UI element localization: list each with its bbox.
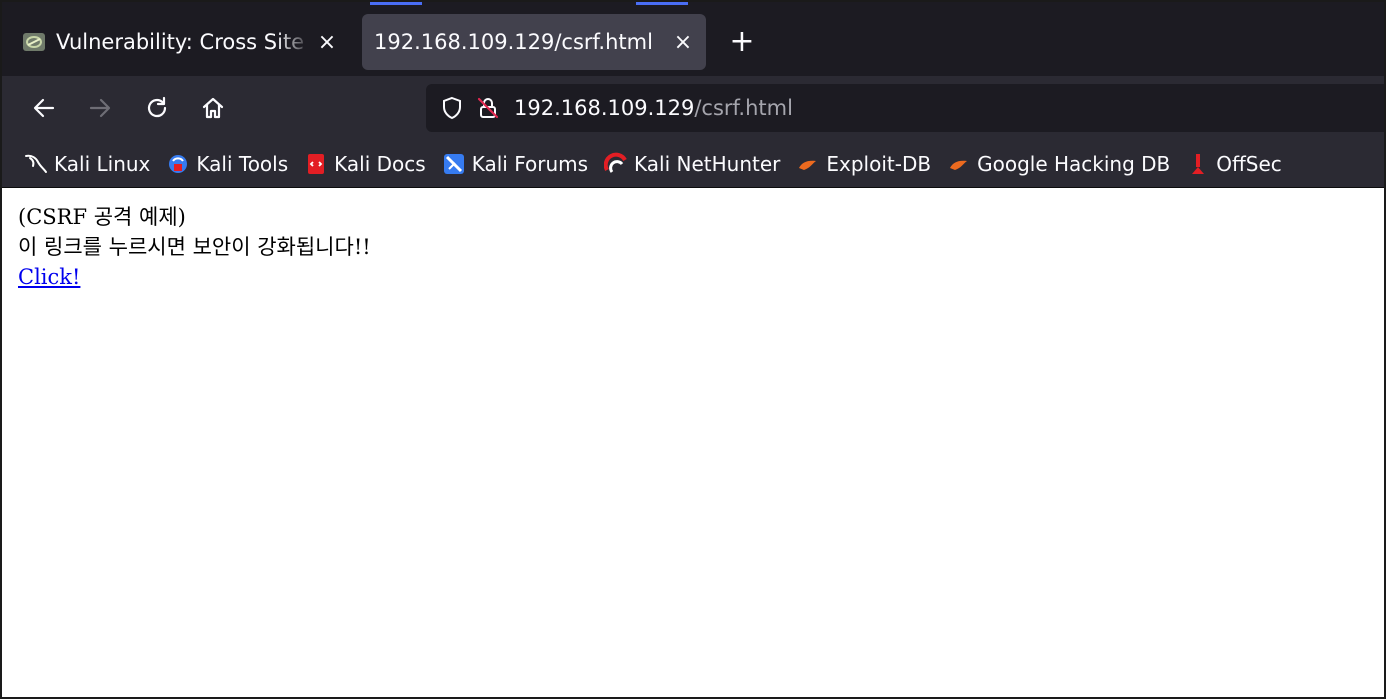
reload-icon xyxy=(147,96,167,118)
arrow-right-icon xyxy=(89,98,111,118)
dvwa-icon xyxy=(23,33,45,51)
url-host: 192.168.109.129 xyxy=(514,96,695,120)
url-text[interactable]: 192.168.109.129/csrf.html xyxy=(514,96,793,120)
bookmark-label: Exploit-DB xyxy=(826,151,932,176)
bookmark-kali-linux[interactable]: Kali Linux xyxy=(24,152,150,176)
tab-dvwa-csrf[interactable]: Vulnerability: Cross Site Request Forger… xyxy=(10,14,350,70)
tab-strip: Vulnerability: Cross Site Request Forger… xyxy=(2,2,1384,76)
bookmark-offsec[interactable]: OffSec xyxy=(1186,152,1282,176)
forward-button[interactable] xyxy=(82,90,118,126)
home-icon xyxy=(202,97,224,119)
ghdb-icon xyxy=(947,152,971,176)
kali-forums-icon xyxy=(442,152,466,176)
tab-title: 192.168.109.129/csrf.html xyxy=(374,30,653,54)
back-button[interactable] xyxy=(26,90,62,126)
bookmark-label: OffSec xyxy=(1216,151,1282,176)
page-heading: (CSRF 공격 예제) xyxy=(18,205,186,229)
browser-window: Vulnerability: Cross Site Request Forger… xyxy=(0,0,1386,699)
tab-close-icon[interactable]: × xyxy=(668,30,698,55)
page-message: 이 링크를 누르시면 보안이 강화됩니다!! xyxy=(18,235,371,259)
url-path: /csrf.html xyxy=(694,96,793,120)
bookmark-google-hacking-db[interactable]: Google Hacking DB xyxy=(947,152,1170,176)
bookmark-label: Kali Linux xyxy=(54,151,151,176)
bookmark-label: Kali Forums xyxy=(471,151,589,176)
kali-dragon-icon xyxy=(24,152,48,176)
insecure-lock-icon[interactable] xyxy=(474,94,502,122)
bookmark-label: Kali Tools xyxy=(196,151,289,176)
shield-icon[interactable] xyxy=(438,94,466,122)
bookmark-label: Google Hacking DB xyxy=(977,151,1171,176)
tab-highlight-bar xyxy=(370,2,422,5)
bookmarks-toolbar: Kali Linux Kali Tools Kali Docs Kali For… xyxy=(2,140,1384,188)
kali-nethunter-icon xyxy=(604,152,628,176)
new-tab-button[interactable]: + xyxy=(724,24,760,60)
arrow-left-icon xyxy=(33,98,55,118)
bookmark-kali-forums[interactable]: Kali Forums xyxy=(442,152,588,176)
bookmark-kali-docs[interactable]: Kali Docs xyxy=(304,152,426,176)
url-bar[interactable]: 192.168.109.129/csrf.html xyxy=(426,84,1384,132)
kali-docs-icon xyxy=(304,152,328,176)
exploit-db-icon xyxy=(796,152,820,176)
kali-tools-icon xyxy=(166,152,190,176)
tab-highlight-bar xyxy=(636,2,688,5)
offsec-icon xyxy=(1186,152,1210,176)
home-button[interactable] xyxy=(195,90,231,126)
csrf-click-link[interactable]: Click! xyxy=(18,265,80,289)
reload-button[interactable] xyxy=(139,90,175,126)
tab-close-icon[interactable]: × xyxy=(312,30,342,55)
bookmark-label: Kali Docs xyxy=(334,151,426,176)
tab-title: Vulnerability: Cross Site Request Forger… xyxy=(56,30,312,54)
bookmark-label: Kali NetHunter xyxy=(634,151,781,176)
bookmark-kali-tools[interactable]: Kali Tools xyxy=(166,152,288,176)
navigation-toolbar: 192.168.109.129/csrf.html xyxy=(2,76,1384,140)
tab-csrf-html[interactable]: 192.168.109.129/csrf.html × xyxy=(362,14,706,70)
bookmark-kali-nethunter[interactable]: Kali NetHunter xyxy=(604,152,780,176)
bookmark-exploit-db[interactable]: Exploit-DB xyxy=(796,152,931,176)
page-content: (CSRF 공격 예제) 이 링크를 누르시면 보안이 강화됩니다!! Clic… xyxy=(2,188,1384,697)
